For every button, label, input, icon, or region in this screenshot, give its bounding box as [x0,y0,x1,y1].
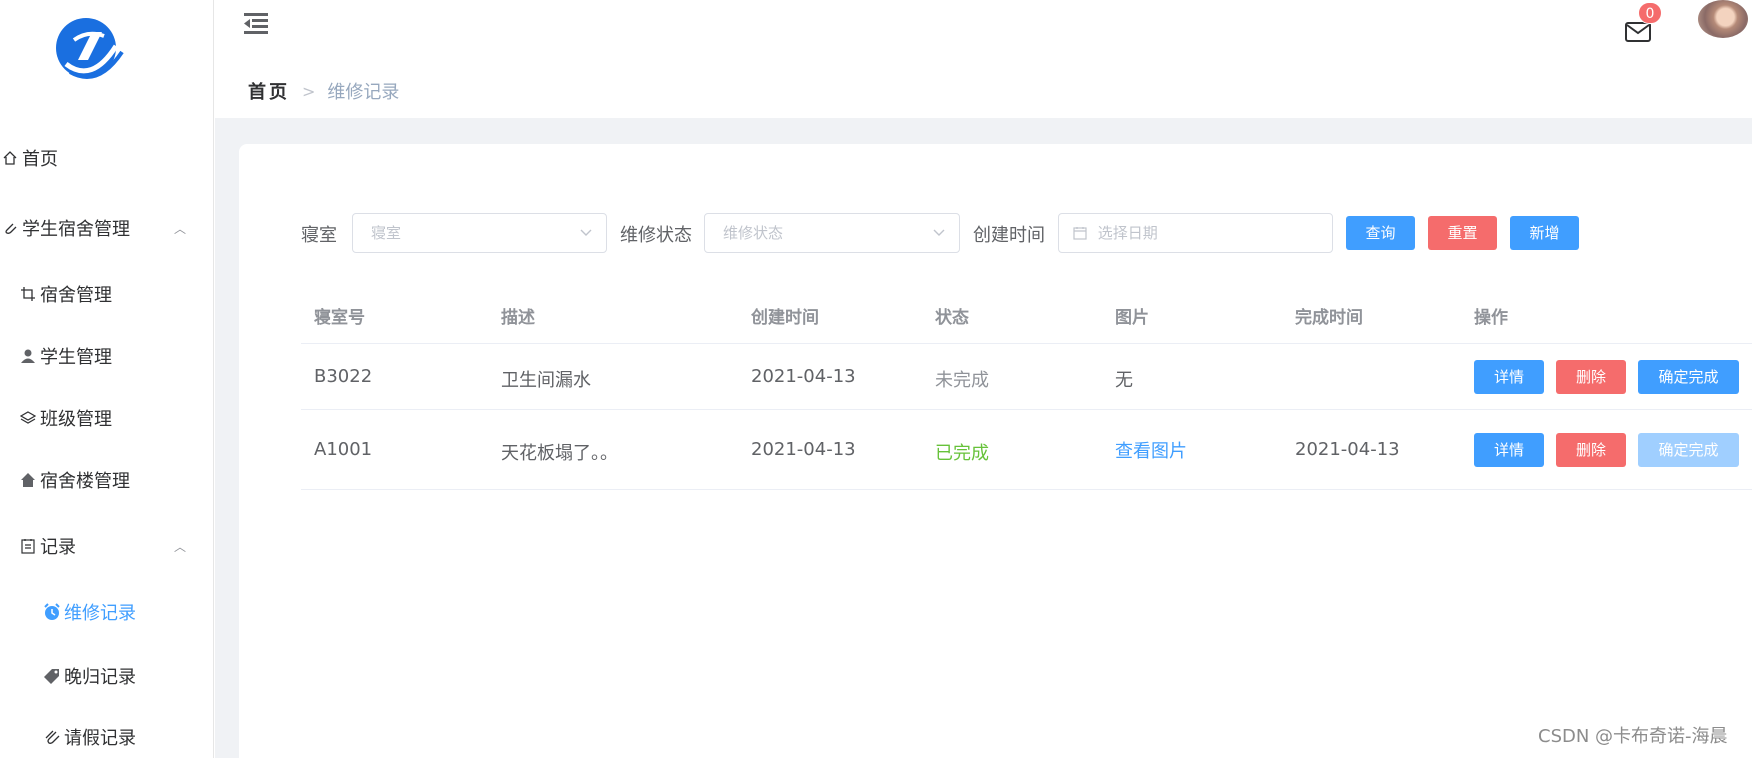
sidebar-item-leave-records[interactable]: 请假记录 [42,724,136,750]
logo [56,18,124,79]
sidebar-item-classes[interactable]: 班级管理 [18,405,112,431]
dorm-filter-label: 寝室 [301,225,337,246]
detail-button[interactable]: 详情 [1474,360,1544,394]
crop-icon [18,284,38,304]
reset-button[interactable]: 重置 [1428,216,1497,250]
notification-badge: 0 [1638,2,1662,24]
chevron-down-icon [580,229,592,236]
header [215,0,1752,118]
avatar[interactable] [1698,0,1748,38]
sidebar: 首页 学生宿舍管理 ︿ 宿舍管理 学生管理 班级管理 宿舍楼管理 记录 ︿ 维修… [0,0,214,758]
add-button[interactable]: 新增 [1510,216,1579,250]
sidebar-item-label: 班级管理 [40,409,112,430]
sidebar-item-label: 宿舍楼管理 [40,471,130,492]
created-date-picker[interactable]: 选择日期 [1058,213,1333,253]
dorm-select[interactable]: 寝室 [352,213,607,253]
status-badge: 未完成 [935,370,989,391]
sidebar-item-label: 首页 [22,149,58,170]
column-header-room: 寝室号 [314,308,365,328]
house-icon [18,470,38,490]
table-divider [301,343,1752,344]
repair-status-select-placeholder: 维修状态 [723,224,784,242]
dorm-select-placeholder: 寝室 [371,224,402,242]
calendar-icon [1073,227,1087,240]
hamburger-menu-icon[interactable] [244,12,268,34]
chevron-up-icon: ︿ [173,221,186,236]
sidebar-item-label: 维修记录 [64,603,136,624]
sidebar-item-label: 晚归记录 [64,667,136,688]
cell-created: 2021-04-13 [751,439,856,460]
sidebar-item-label: 请假记录 [64,728,136,749]
query-button[interactable]: 查询 [1346,216,1415,250]
cell-description: 天花板塌了。。 [501,443,618,464]
column-header-finished: 完成时间 [1295,308,1363,328]
delete-button[interactable]: 删除 [1556,360,1626,394]
repair-status-filter-label: 维修状态 [620,225,692,246]
sidebar-item-records[interactable]: 记录 ︿ [18,533,214,559]
cell-room: A1001 [314,439,373,460]
delete-button[interactable]: 删除 [1556,433,1626,467]
chevron-up-icon: ︿ [173,539,186,554]
column-header-image: 图片 [1115,308,1149,328]
table-divider [301,489,1752,490]
tag-icon [42,666,62,686]
column-header-actions: 操作 [1474,308,1508,328]
sidebar-item-label: 宿舍管理 [40,285,112,306]
breadcrumb-home[interactable]: 首页 [248,78,290,104]
table-divider [301,409,1752,410]
view-image-link[interactable]: 查看图片 [1115,437,1187,463]
watermark: CSDN @卡布奇诺-海晨 [1538,726,1728,747]
cell-finished: 2021-04-13 [1295,439,1400,460]
column-header-status: 状态 [935,308,969,328]
cell-created: 2021-04-13 [751,366,856,387]
sidebar-item-dorm-management[interactable]: 学生宿舍管理 ︿ [0,215,214,241]
created-date-placeholder: 选择日期 [1097,224,1158,242]
detail-button[interactable]: 详情 [1474,433,1544,467]
paperclip-icon [0,218,20,238]
chevron-down-icon [933,229,945,236]
paperclip-icon [42,727,62,747]
cell-room: B3022 [314,366,373,387]
created-time-filter-label: 创建时间 [973,225,1045,246]
sidebar-item-students[interactable]: 学生管理 [18,343,112,369]
column-header-created: 创建时间 [751,308,819,328]
chevron-right-icon: > [302,81,316,101]
sidebar-item-home[interactable]: 首页 [0,145,58,171]
sidebar-item-label: 学生管理 [40,347,112,368]
column-header-description: 描述 [501,308,535,328]
home-icon [0,148,20,168]
breadcrumb-current: 维修记录 [327,82,400,103]
breadcrumb: 首页 > 维修记录 [248,78,399,104]
sidebar-item-label: 记录 [40,537,76,558]
document-icon [18,536,38,556]
status-badge: 已完成 [935,443,989,464]
sidebar-item-repair-records[interactable]: 维修记录 [42,599,136,625]
confirm-complete-button-disabled: 确定完成 [1638,433,1739,467]
alarm-clock-icon [42,602,62,622]
sidebar-item-label: 学生宿舍管理 [22,219,130,240]
sidebar-item-dorms[interactable]: 宿舍管理 [18,281,112,307]
confirm-complete-button[interactable]: 确定完成 [1638,360,1739,394]
cell-image: 无 [1115,370,1133,391]
layers-icon [18,408,38,428]
sidebar-item-buildings[interactable]: 宿舍楼管理 [18,467,130,493]
user-icon [18,346,38,366]
cell-description: 卫生间漏水 [501,370,591,391]
repair-status-select[interactable]: 维修状态 [704,213,960,253]
sidebar-item-late-return-records[interactable]: 晚归记录 [42,663,136,689]
